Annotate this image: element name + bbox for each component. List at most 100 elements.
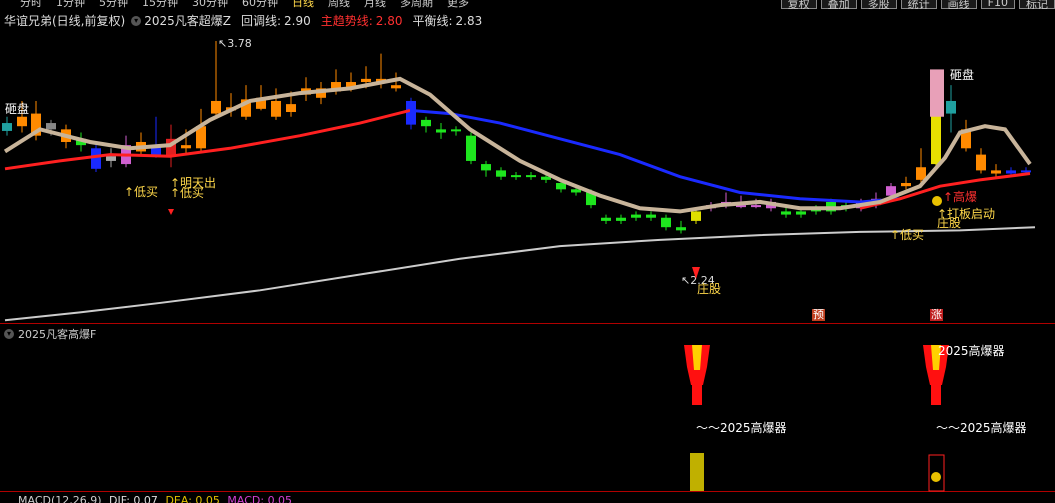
candle-body bbox=[421, 119, 431, 127]
candle-9 bbox=[136, 132, 146, 157]
candle-body bbox=[976, 154, 986, 171]
candle-14 bbox=[211, 41, 221, 117]
candle-30 bbox=[451, 126, 461, 136]
blue-line bbox=[409, 108, 901, 204]
candle-body bbox=[91, 148, 101, 169]
toolbar-button-4[interactable]: 画线 bbox=[940, 0, 977, 9]
candle-45 bbox=[676, 220, 686, 234]
burst-label-2: 2025高爆器 bbox=[938, 343, 1005, 358]
toolbar-buttons: 复权 叠加 多股 统计 画线 F10 标记 bbox=[777, 0, 1055, 9]
toolbar-button-1[interactable]: 叠加 bbox=[820, 0, 857, 9]
tab-9[interactable]: 多周期 bbox=[400, 0, 433, 9]
flame-tail bbox=[692, 385, 702, 405]
candle-body bbox=[916, 167, 926, 180]
candle-body bbox=[1006, 170, 1016, 174]
candle-body bbox=[946, 100, 956, 114]
candle-body bbox=[526, 175, 536, 178]
candle-body bbox=[661, 217, 671, 228]
burst-label-3: ～～2025高爆器 bbox=[936, 420, 1027, 435]
tab-5[interactable]: 60分钟 bbox=[242, 0, 278, 9]
tab-8[interactable]: 月线 bbox=[364, 0, 386, 9]
candle-body bbox=[646, 214, 656, 218]
candle-35 bbox=[526, 171, 536, 180]
main-trend-label: 主趋势线: bbox=[320, 14, 373, 28]
macd-dif: DIF: 0.07 bbox=[109, 494, 158, 503]
macd-value: MACD: 0.05 bbox=[227, 494, 293, 503]
sub-indicator-panel[interactable]: ～～2025高爆器 2025高爆器 ～～2025高爆器 ▾ 2025凡客高爆F bbox=[0, 325, 1055, 492]
period-tabs: 分时 1分钟 5分钟 15分钟 30分钟 60分钟 日线 周线 月线 多周期 更多 bbox=[20, 0, 483, 9]
flame-tail bbox=[931, 385, 941, 405]
candle-body bbox=[676, 227, 686, 231]
macd-name: MACD(12,26,9) bbox=[18, 494, 102, 503]
candle-body bbox=[361, 78, 371, 83]
tab-2[interactable]: 5分钟 bbox=[99, 0, 128, 9]
macd-dea: DEA: 0.05 bbox=[165, 494, 220, 503]
candle-10 bbox=[151, 116, 161, 158]
candle-66 bbox=[991, 164, 1001, 177]
tab-1[interactable]: 1分钟 bbox=[56, 0, 85, 9]
candle-18 bbox=[271, 88, 281, 120]
kline-chart[interactable]: ↖3.78砸盘砸盘↑低买↑明天出↑低买↖2.24庄股↑低买↑高爆↑打板启动庄股 bbox=[0, 9, 1055, 324]
candle-33 bbox=[496, 167, 506, 180]
candle-body bbox=[571, 189, 581, 193]
main-legend: 华谊兄弟(日线,前复权) ▾ 2025凡客超爆Z 回调线: 2.90 主趋势线:… bbox=[4, 12, 482, 29]
candle-42 bbox=[631, 211, 641, 221]
high-price-label: ↖3.78 bbox=[218, 37, 252, 50]
candle-8 bbox=[121, 135, 131, 168]
macd-legend: MACD(12,26,9) DIF: 0.07 DEA: 0.05 MACD: … bbox=[18, 494, 292, 503]
candle-body bbox=[631, 214, 641, 218]
tab-10[interactable]: 更多 bbox=[447, 0, 469, 9]
macd-panel[interactable]: MACD(12,26,9) DIF: 0.07 DEA: 0.05 MACD: … bbox=[0, 493, 1055, 503]
high-burst-label: ↑高爆 bbox=[943, 189, 977, 204]
tab-7[interactable]: 周线 bbox=[328, 0, 350, 9]
candle-body bbox=[796, 211, 806, 215]
toolbar-button-0[interactable]: 复权 bbox=[780, 0, 817, 9]
candle-20 bbox=[301, 77, 311, 101]
candle-body bbox=[391, 85, 401, 89]
balance-line bbox=[4, 226, 1036, 322]
candle-body bbox=[556, 183, 566, 190]
toolbar-button-3[interactable]: 统计 bbox=[900, 0, 937, 9]
candle-63 bbox=[946, 85, 956, 133]
toolbar-button-6[interactable]: 标记 bbox=[1019, 0, 1055, 9]
balance-value: 2.83 bbox=[455, 13, 483, 28]
candle-body bbox=[511, 175, 521, 178]
kline-panel[interactable]: ↖3.78 砸盘 砸盘 ↑低买 ↑明天出 ↑低买 ↖2.24 庄股 ↑低买 ↑高爆 ↑打板启动 庄股 … bbox=[0, 9, 1055, 324]
tab-3[interactable]: 15分钟 bbox=[142, 0, 178, 9]
rise-tag: 涨 bbox=[930, 308, 943, 321]
candle-7 bbox=[106, 148, 116, 168]
tab-6[interactable]: 日线 bbox=[292, 0, 314, 9]
candle-44 bbox=[661, 214, 671, 231]
candle-61 bbox=[916, 148, 926, 184]
sub-indicator-name[interactable]: 2025凡客高爆F bbox=[18, 326, 96, 342]
toolbar-button-5[interactable]: F10 bbox=[980, 0, 1015, 9]
low-buy-2-label: ↑低买 bbox=[170, 186, 204, 200]
candle-41 bbox=[616, 214, 626, 225]
candle-28 bbox=[421, 116, 431, 133]
tab-0[interactable]: 分时 bbox=[20, 0, 42, 9]
sub-indicator-dropdown-icon[interactable]: ▾ bbox=[4, 329, 14, 339]
candle-body bbox=[271, 100, 281, 117]
low-buy-1-label: ↑低买 bbox=[124, 185, 158, 199]
candle-body bbox=[496, 170, 506, 177]
tab-4[interactable]: 30分钟 bbox=[192, 0, 228, 9]
candle-body bbox=[466, 135, 476, 161]
candle-body bbox=[46, 123, 56, 130]
candle-body bbox=[286, 104, 296, 113]
candle-body bbox=[211, 100, 221, 114]
toolbar-button-2[interactable]: 多股 bbox=[860, 0, 897, 9]
coin-icon bbox=[932, 196, 942, 206]
candle-body bbox=[17, 116, 27, 127]
candle-65 bbox=[976, 148, 986, 174]
candle-body bbox=[2, 123, 12, 131]
indicator-dropdown-icon[interactable]: ▾ bbox=[131, 15, 142, 26]
candle-13 bbox=[196, 108, 206, 152]
coin-icon-2 bbox=[931, 472, 941, 482]
indicator-name[interactable]: 2025凡客超爆Z bbox=[144, 12, 231, 29]
pullback-value: 2.90 bbox=[284, 13, 311, 28]
candle-body bbox=[991, 170, 1001, 174]
candle-31 bbox=[466, 132, 476, 165]
smash-left-label: 砸盘 bbox=[5, 101, 29, 116]
sub-indicator-chart[interactable]: ～～2025高爆器 2025高爆器 ～～2025高爆器 bbox=[0, 325, 1055, 492]
candle-32 bbox=[481, 160, 491, 177]
